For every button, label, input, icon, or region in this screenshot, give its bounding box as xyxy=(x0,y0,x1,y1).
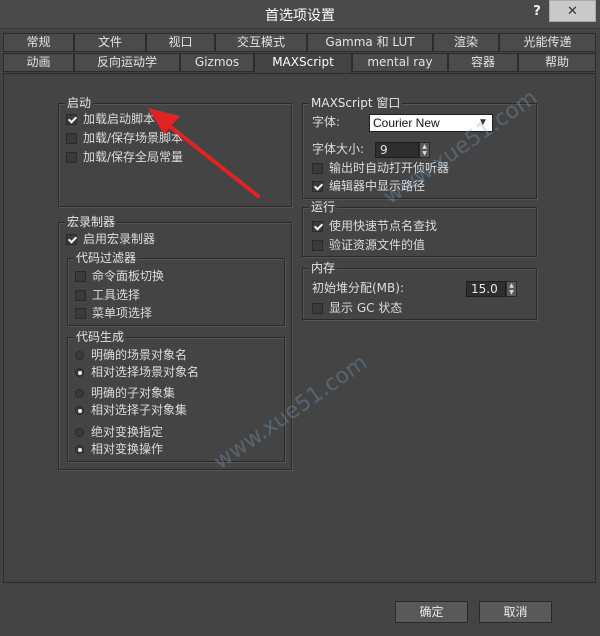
macro-recorder-group-title: 宏录制器 xyxy=(65,215,118,229)
startup-group-title: 启动 xyxy=(65,96,94,110)
tool-selection-checkbox[interactable]: 工具选择 xyxy=(75,287,140,303)
tab-files[interactable]: 文件 xyxy=(74,33,146,52)
checkbox-unchecked[interactable] xyxy=(75,271,86,282)
radio-label: 明确的场景对象名 xyxy=(91,348,188,362)
font-size-spinner[interactable]: 9 xyxy=(375,142,419,158)
radio-selected[interactable] xyxy=(75,368,84,377)
absolute-transform-assignments-radio[interactable]: 绝对变换指定 xyxy=(75,424,163,440)
radio-label: 相对选择场景对象名 xyxy=(91,365,200,379)
initial-heap-spinner[interactable]: 15.0 xyxy=(466,281,506,297)
code-generation-group-title: 代码生成 xyxy=(74,330,127,344)
tab-rendering[interactable]: 渲染 xyxy=(433,33,499,52)
checkbox-unchecked[interactable] xyxy=(75,290,86,301)
radio-label: 绝对变换指定 xyxy=(91,425,164,439)
tab-viewports[interactable]: 视口 xyxy=(146,33,215,52)
checkbox-unchecked[interactable] xyxy=(312,240,323,251)
checkbox-label: 显示 GC 状态 xyxy=(329,301,403,315)
spinner-arrows-icon[interactable]: ▲ ▼ xyxy=(506,281,517,297)
radio-label: 相对变换操作 xyxy=(91,442,164,456)
checkbox-checked[interactable] xyxy=(66,114,77,125)
tab-interaction-mode[interactable]: 交互模式 xyxy=(215,33,307,52)
selection-relative-scene-object-names-radio[interactable]: 相对选择场景对象名 xyxy=(75,364,199,380)
radio-selected[interactable] xyxy=(75,406,84,415)
menu-item-selection-checkbox[interactable]: 菜单项选择 xyxy=(75,305,152,321)
relative-transform-operations-radio[interactable]: 相对变换操作 xyxy=(75,441,163,457)
initial-heap-label: 初始堆分配(MB): xyxy=(312,281,404,295)
tab-animation[interactable]: 动画 xyxy=(3,53,74,72)
font-label: 字体: xyxy=(312,115,341,129)
cancel-button[interactable]: 取消 xyxy=(479,601,552,623)
checkbox-label: 启用宏录制器 xyxy=(83,232,156,246)
memory-group-title: 内存 xyxy=(309,261,338,275)
tab-inverse-kinematics[interactable]: 反向运动学 xyxy=(74,53,180,72)
tab-radiosity[interactable]: 光能传递 xyxy=(499,33,596,52)
checkbox-checked[interactable] xyxy=(312,181,323,192)
checkbox-checked[interactable] xyxy=(312,221,323,232)
radio-unselected[interactable] xyxy=(75,428,84,437)
radio-label: 明确的子对象集 xyxy=(91,386,176,400)
validate-resource-values-checkbox[interactable]: 验证资源文件的值 xyxy=(312,237,425,253)
explicit-subobject-sets-radio[interactable]: 明确的子对象集 xyxy=(75,385,175,401)
radio-unselected[interactable] xyxy=(75,389,84,398)
checkbox-unchecked[interactable] xyxy=(312,163,323,174)
tab-gamma-lut[interactable]: Gamma 和 LUT xyxy=(307,33,433,52)
checkbox-checked[interactable] xyxy=(66,234,77,245)
checkbox-unchecked[interactable] xyxy=(312,303,323,314)
explicit-scene-object-names-radio[interactable]: 明确的场景对象名 xyxy=(75,347,187,363)
font-size-label: 字体大小: xyxy=(312,142,365,156)
checkbox-label: 使用快速节点名查找 xyxy=(329,219,438,233)
font-select-value: Courier New xyxy=(373,116,440,130)
window-title: 首选项设置 xyxy=(265,8,335,24)
checkbox-label: 工具选择 xyxy=(92,288,141,302)
help-button[interactable]: ? xyxy=(526,2,548,22)
tab-general[interactable]: 常规 xyxy=(3,33,74,52)
ok-button[interactable]: 确定 xyxy=(395,601,468,623)
checkbox-label: 命令面板切换 xyxy=(92,269,165,283)
fast-node-name-lookup-checkbox[interactable]: 使用快速节点名查找 xyxy=(312,218,437,234)
radio-label: 相对选择子对象集 xyxy=(91,403,188,417)
tab-containers[interactable]: 容器 xyxy=(448,53,518,72)
checkbox-label: 验证资源文件的值 xyxy=(329,238,426,252)
show-gc-status-checkbox[interactable]: 显示 GC 状态 xyxy=(312,300,402,316)
code-filter-group-title: 代码过滤器 xyxy=(74,251,139,265)
radio-unselected[interactable] xyxy=(75,351,84,360)
maxscript-window-group-title: MAXScript 窗口 xyxy=(309,96,403,110)
enable-macro-recorder-checkbox[interactable]: 启用宏录制器 xyxy=(66,231,155,247)
selection-relative-subobject-sets-radio[interactable]: 相对选择子对象集 xyxy=(75,402,187,418)
annotation-arrow-icon xyxy=(148,108,260,198)
tab-maxscript[interactable]: MAXScript xyxy=(254,53,352,74)
tab-gizmos[interactable]: Gizmos xyxy=(180,53,254,72)
checkbox-label: 菜单项选择 xyxy=(92,306,153,320)
tab-help[interactable]: 帮助 xyxy=(518,53,596,72)
radio-selected[interactable] xyxy=(75,445,84,454)
command-panel-switch-checkbox[interactable]: 命令面板切换 xyxy=(75,268,164,284)
checkbox-unchecked[interactable] xyxy=(66,133,77,144)
checkbox-unchecked[interactable] xyxy=(66,152,77,163)
close-button[interactable]: ✕ xyxy=(549,0,596,22)
run-group-title: 运行 xyxy=(309,200,338,214)
checkbox-unchecked[interactable] xyxy=(75,308,86,319)
tab-mental-ray[interactable]: mental ray xyxy=(352,53,448,72)
